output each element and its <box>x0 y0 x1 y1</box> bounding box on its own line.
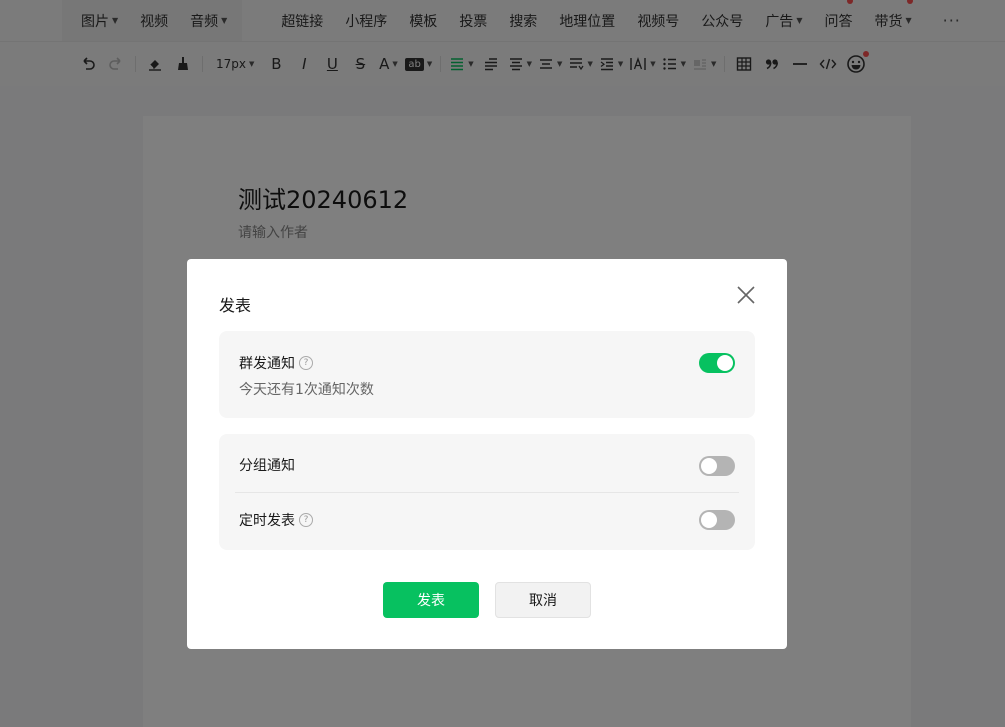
help-icon[interactable]: ? <box>299 513 313 527</box>
group-notify-row-label: 分组通知 <box>239 455 295 475</box>
publish-button[interactable]: 发表 <box>383 582 479 618</box>
mass-notify-label: 群发通知 <box>239 356 295 372</box>
close-icon <box>737 286 755 304</box>
row-divider <box>235 492 739 493</box>
mass-notify-card: 群发通知 ? 今天还有1次通知次数 <box>219 331 755 418</box>
scheduled-publish-row-label: 定时发表 ? <box>239 510 313 530</box>
toggle-knob <box>717 355 733 371</box>
toggle-knob <box>701 458 717 474</box>
mass-notify-quota-text: 今天还有1次通知次数 <box>239 382 374 398</box>
mass-notify-row-label: 群发通知 ? <box>239 353 313 373</box>
mass-notify-toggle[interactable] <box>699 353 735 373</box>
group-notify-label: 分组通知 <box>239 458 295 474</box>
publish-dialog: 发表 群发通知 ? 今天还有1次通知次数 分组通知 定时发表 ? 发表 取消 <box>187 259 787 649</box>
help-icon[interactable]: ? <box>299 356 313 370</box>
dialog-title: 发表 <box>219 296 252 315</box>
scheduled-publish-toggle[interactable] <box>699 510 735 530</box>
toggle-knob <box>701 512 717 528</box>
scheduled-publish-label: 定时发表 <box>239 513 295 529</box>
notify-options-card: 分组通知 定时发表 ? <box>219 434 755 550</box>
group-notify-toggle[interactable] <box>699 456 735 476</box>
close-button[interactable] <box>734 283 758 307</box>
cancel-button[interactable]: 取消 <box>495 582 591 618</box>
